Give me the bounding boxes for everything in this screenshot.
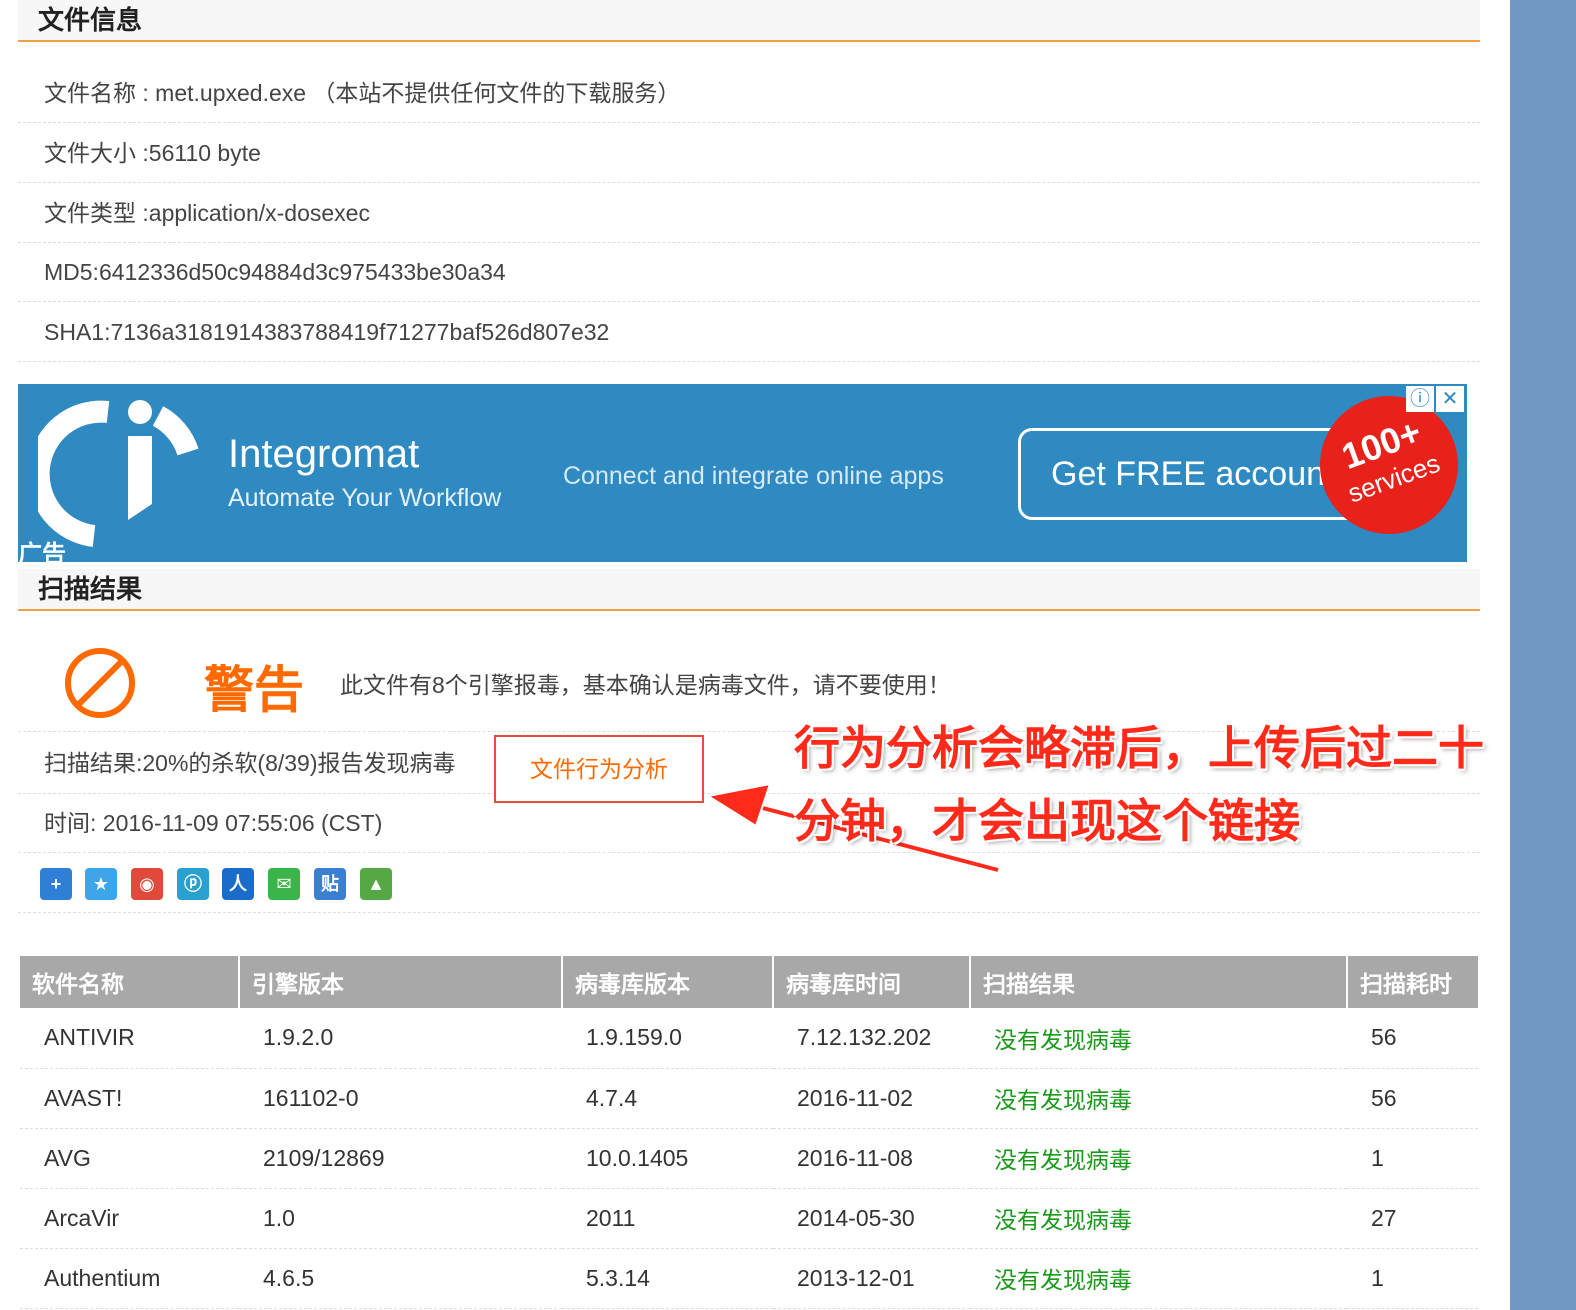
- column-header: 病毒库时间: [773, 956, 971, 1008]
- db-version: 5.3.14: [562, 1248, 773, 1309]
- divider: [18, 912, 1480, 913]
- table-header-row: 软件名称 引擎版本 病毒库版本 病毒库时间 扫描结果 扫描耗时: [20, 956, 1478, 1008]
- engine-name: AVG: [20, 1128, 239, 1189]
- tieba-icon[interactable]: 贴: [314, 868, 346, 900]
- table-row: Authentium 4.6.5 5.3.14 2013-12-01 没有发现病…: [20, 1248, 1478, 1309]
- engine-version: 161102-0: [239, 1068, 562, 1129]
- db-time: 7.12.132.202: [773, 1008, 970, 1069]
- engine-version: 1.0: [239, 1188, 562, 1249]
- db-time: 2013-12-01: [773, 1248, 970, 1309]
- scan-result: 没有发现病毒: [970, 1008, 1347, 1069]
- scan-duration: 1: [1347, 1128, 1478, 1189]
- md5-row: MD5:6412336d50c94884d3c975433be30a34: [18, 242, 1480, 302]
- renren-icon[interactable]: 人: [222, 868, 254, 900]
- right-sidebar-strip: [1510, 0, 1576, 1310]
- engine-name: ArcaVir: [20, 1188, 239, 1249]
- engine-version: 2109/12869: [239, 1128, 562, 1189]
- column-header: 病毒库版本: [562, 956, 774, 1008]
- db-time: 2016-11-02: [773, 1068, 970, 1129]
- ad-brand: Integromat: [228, 432, 420, 476]
- file-info-header: 文件信息: [18, 0, 1480, 42]
- scan-result: 没有发现病毒: [970, 1128, 1347, 1189]
- wechat-icon[interactable]: ✉: [268, 868, 300, 900]
- ad-middle-text: Connect and integrate online apps: [563, 462, 944, 490]
- column-header: 软件名称: [20, 956, 240, 1008]
- warning-title: 警告: [204, 662, 304, 718]
- ad-close-icon[interactable]: ✕: [1436, 386, 1464, 412]
- plus-share-icon[interactable]: +: [40, 868, 72, 900]
- scan-result: 没有发现病毒: [970, 1188, 1347, 1249]
- table-row: ANTIVIR 1.9.2.0 1.9.159.0 7.12.132.202 没…: [20, 1008, 1478, 1069]
- integromat-logo-icon: [38, 400, 199, 547]
- scan-duration: 56: [1347, 1008, 1478, 1069]
- table-row: AVG 2109/12869 10.0.1405 2016-11-08 没有发现…: [20, 1128, 1478, 1189]
- warning-text: 此文件有8个引擎报毒，基本确认是病毒文件，请不要使用！: [340, 672, 951, 698]
- engine-version: 4.6.5: [239, 1248, 562, 1309]
- scan-result: 没有发现病毒: [970, 1068, 1347, 1129]
- sha1-row: SHA1:7136a3181914383788419f71277baf526d8…: [18, 302, 1480, 362]
- scan-results-table: 软件名称 引擎版本 病毒库版本 病毒库时间 扫描结果 扫描耗时 ANTIVIR …: [20, 956, 1478, 1309]
- table-row: ArcaVir 1.0 2011 2014-05-30 没有发现病毒 27: [20, 1188, 1478, 1249]
- scan-result-header: 扫描结果: [18, 569, 1480, 611]
- douban-icon[interactable]: ▲: [360, 868, 392, 900]
- annotation-line-2: 分钟，才会出现这个链接: [794, 795, 1300, 847]
- db-version: 4.7.4: [562, 1068, 773, 1129]
- db-version: 1.9.159.0: [562, 1008, 773, 1069]
- scan-duration: 1: [1347, 1248, 1478, 1309]
- table-row: AVAST! 161102-0 4.7.4 2016-11-02 没有发现病毒 …: [20, 1068, 1478, 1129]
- ad-banner[interactable]: Integromat Automate Your Workflow Connec…: [18, 384, 1467, 562]
- column-header: 引擎版本: [239, 956, 563, 1008]
- engine-name: ANTIVIR: [20, 1008, 239, 1069]
- tencent-weibo-icon[interactable]: ⓟ: [177, 868, 209, 900]
- scan-result: 没有发现病毒: [970, 1248, 1347, 1309]
- scan-duration: 56: [1347, 1068, 1478, 1129]
- db-version: 10.0.1405: [562, 1128, 773, 1189]
- ad-label: 广告: [18, 541, 66, 562]
- prohibited-icon: [65, 648, 135, 718]
- file-name-row: 文件名称 : met.upxed.exe （本站不提供任何文件的下载服务）: [18, 63, 1480, 123]
- engine-version: 1.9.2.0: [239, 1008, 562, 1069]
- db-version: 2011: [562, 1188, 773, 1249]
- engine-name: Authentium: [20, 1248, 239, 1309]
- ad-info-icon[interactable]: ⓘ: [1406, 386, 1434, 412]
- annotation-line-1: 行为分析会略滞后，上传后过二十: [794, 722, 1484, 774]
- file-type-row: 文件类型 :application/x-dosexec: [18, 183, 1480, 243]
- scan-duration: 27: [1347, 1188, 1478, 1249]
- file-size-row: 文件大小 :56110 byte: [18, 123, 1480, 183]
- weibo-icon[interactable]: ◉: [131, 868, 163, 900]
- scan-result-text: 扫描结果:20%的杀软(8/39)报告发现病毒: [44, 750, 456, 776]
- db-time: 2014-05-30: [773, 1188, 970, 1249]
- engine-name: AVAST!: [20, 1068, 239, 1129]
- column-header: 扫描结果: [970, 956, 1348, 1008]
- qzone-icon[interactable]: ★: [85, 868, 117, 900]
- ad-tagline: Automate Your Workflow: [228, 484, 502, 512]
- db-time: 2016-11-08: [773, 1128, 970, 1189]
- column-header: 扫描耗时: [1347, 956, 1478, 1008]
